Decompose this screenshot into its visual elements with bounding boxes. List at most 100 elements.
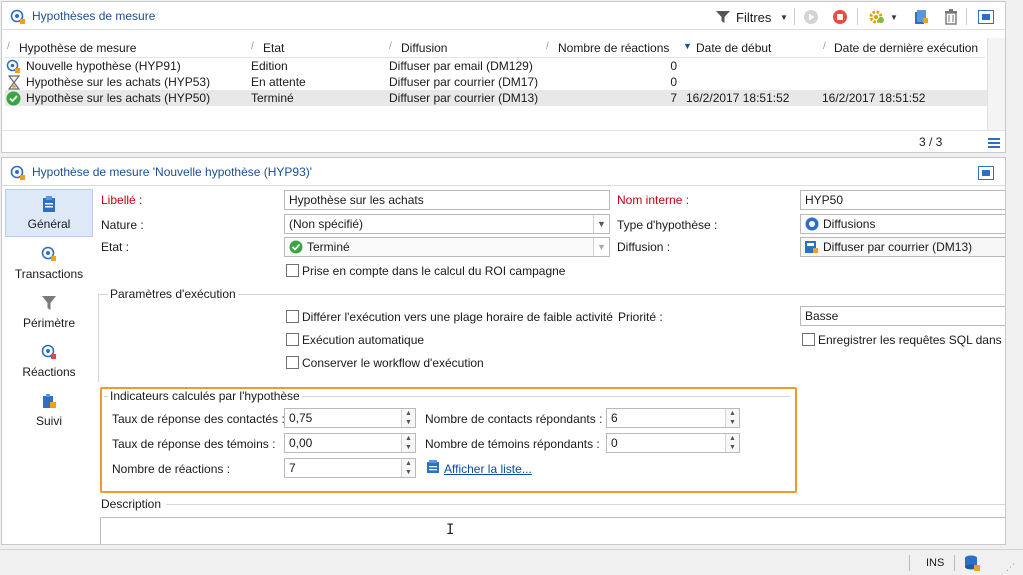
detail-side-nav: Général Transactions Périmètre Réactions…: [2, 186, 94, 544]
chevron-down-icon[interactable]: ▼: [890, 13, 898, 22]
label-nb-reactions: Nombre de réactions :: [112, 462, 231, 476]
resize-grip-icon[interactable]: ⋰: [1006, 562, 1015, 573]
type-hypothese-select[interactable]: Diffusions: [800, 214, 1005, 234]
afficher-liste-link[interactable]: Afficher la liste...: [444, 462, 532, 476]
auto-exec-checkbox[interactable]: [286, 333, 299, 346]
status-separator: [954, 555, 955, 571]
label-roi: Prise en compte dans le calcul du ROI ca…: [302, 264, 566, 278]
list-titlebar: Hypothèses de mesure Filtres ▼ ▼: [2, 2, 1005, 30]
column-header-reactions[interactable]: Nombre de réactions: [558, 41, 669, 55]
spinner[interactable]: ▲ ▼: [401, 434, 415, 452]
nom-interne-input[interactable]: HYP50: [800, 190, 1005, 210]
taux-contacts-value: 0,75: [289, 411, 313, 425]
clipboard-icon: [42, 196, 56, 215]
start-icon[interactable]: [803, 9, 819, 28]
column-header-date-debut[interactable]: Date de début: [696, 41, 771, 55]
filters-button[interactable]: Filtres: [736, 10, 771, 25]
tab-transactions[interactable]: Transactions: [5, 243, 93, 287]
label-priorite: Priorité :: [618, 310, 663, 324]
type-hypothese-value: Diffusions: [823, 217, 876, 231]
insert-mode-indicator: INS: [926, 557, 945, 569]
row-reactions: 7: [670, 91, 677, 105]
description-textarea[interactable]: [100, 517, 1005, 544]
indicators-section-title: Indicateurs calculés par l'hypothèse: [108, 389, 302, 403]
row-etat: En attente: [251, 75, 306, 89]
priorite-select[interactable]: Basse: [800, 306, 1005, 326]
list-scrollbar[interactable]: [987, 38, 1005, 130]
label-auto-exec: Exécution automatique: [302, 333, 425, 347]
tab-general[interactable]: Général: [5, 189, 93, 237]
chevron-down-icon[interactable]: ▼: [593, 238, 609, 256]
stop-icon[interactable]: [832, 9, 848, 28]
table-row[interactable]: Hypothèse sur les achats (HYP53) En atte…: [5, 74, 1002, 90]
general-form: Libellé : Hypothèse sur les achats Nom i…: [94, 186, 1006, 544]
tab-label: Général: [27, 217, 71, 231]
nb-temoins-input[interactable]: 0 ▲ ▼: [606, 433, 740, 453]
tab-perimetre[interactable]: Périmètre: [5, 292, 93, 336]
etat-select[interactable]: Terminé ▼: [284, 237, 610, 257]
nb-contacts-input[interactable]: 6 ▲ ▼: [606, 408, 740, 428]
hypothesis-detail-panel: Hypothèse de mesure 'Nouvelle hypothèse …: [1, 157, 1006, 545]
toolbar-separator: [966, 8, 967, 25]
actions-gear-icon[interactable]: [868, 9, 886, 28]
mail-delivery-icon: [804, 240, 819, 256]
row-reactions: 0: [670, 59, 677, 73]
spinner[interactable]: ▲ ▼: [401, 459, 415, 477]
nb-contacts-value: 6: [611, 411, 618, 425]
new-document-icon[interactable]: [913, 9, 929, 28]
column-header-diffusion[interactable]: Diffusion: [401, 41, 447, 55]
label-etat: Etat :: [101, 240, 130, 254]
funnel-icon: [42, 296, 56, 314]
nb-reactions-input[interactable]: 7 ▲ ▼: [284, 458, 416, 478]
label-description: Description: [101, 497, 162, 511]
conserver-workflow-checkbox[interactable]: [286, 356, 299, 369]
table-row[interactable]: Nouvelle hypothèse (HYP91) Edition Diffu…: [5, 58, 1002, 74]
database-icon[interactable]: [963, 554, 981, 575]
check-circle-icon: [6, 91, 21, 109]
spinner[interactable]: ▲ ▼: [725, 409, 739, 427]
label-enregistrer-sql: Enregistrer les requêtes SQL dans le: [818, 333, 1006, 347]
pagination-count: 3 / 3: [919, 135, 943, 149]
label-nature: Nature :: [101, 218, 144, 232]
column-header-hypothesis[interactable]: Hypothèse de mesure: [19, 41, 136, 55]
label-differer: Différer l'exécution vers une plage hora…: [302, 310, 613, 324]
nb-temoins-value: 0: [611, 436, 618, 450]
maximize-icon[interactable]: [978, 166, 994, 183]
maximize-icon[interactable]: [978, 10, 994, 27]
spinner[interactable]: ▲ ▼: [401, 409, 415, 427]
row-name: Nouvelle hypothèse (HYP91): [26, 59, 181, 73]
reactions-icon: [41, 344, 57, 363]
roi-checkbox[interactable]: [286, 264, 299, 277]
list-view-icon[interactable]: [426, 460, 440, 477]
chevron-down-icon[interactable]: ▼: [780, 13, 788, 22]
row-name: Hypothèse sur les achats (HYP53): [26, 75, 211, 89]
row-date-derniere: 16/2/2017 18:51:52: [822, 91, 926, 105]
menu-lines-icon[interactable]: [988, 137, 1000, 151]
trash-icon[interactable]: [943, 9, 959, 28]
hypothesis-icon: [10, 9, 26, 28]
row-reactions: 0: [670, 75, 677, 89]
taux-temoins-input[interactable]: 0,00 ▲ ▼: [284, 433, 416, 453]
tab-suivi[interactable]: Suivi: [5, 390, 93, 434]
diffusion-link-field[interactable]: Diffuser par courrier (DM13): [800, 237, 1005, 257]
tab-reactions[interactable]: Réactions: [5, 341, 93, 385]
taux-contacts-input[interactable]: 0,75 ▲ ▼: [284, 408, 416, 428]
etat-value: Terminé: [307, 240, 350, 254]
label-conserver: Conserver le workflow d'exécution: [302, 356, 484, 370]
column-header-date-derniere[interactable]: Date de dernière exécution: [834, 41, 978, 55]
enregistrer-sql-checkbox[interactable]: [802, 333, 815, 346]
libelle-input[interactable]: Hypothèse sur les achats: [284, 190, 610, 210]
filter-icon[interactable]: [716, 11, 730, 26]
chevron-down-icon[interactable]: ▼: [593, 215, 609, 233]
spinner[interactable]: ▲ ▼: [725, 434, 739, 452]
table-row-selected[interactable]: Hypothèse sur les achats (HYP50) Terminé…: [5, 90, 1002, 106]
tab-label: Réactions: [22, 365, 76, 379]
sort-desc-icon: ▼: [683, 41, 692, 51]
row-diffusion: Diffuser par courrier (DM13): [389, 91, 539, 105]
row-diffusion: Diffuser par courrier (DM17): [389, 75, 539, 89]
column-header-etat[interactable]: Etat: [263, 41, 284, 55]
detail-title: Hypothèse de mesure 'Nouvelle hypothèse …: [32, 165, 313, 179]
differer-checkbox[interactable]: [286, 310, 299, 323]
nature-select[interactable]: (Non spécifié) ▼: [284, 214, 610, 234]
tab-label: Transactions: [14, 267, 84, 281]
